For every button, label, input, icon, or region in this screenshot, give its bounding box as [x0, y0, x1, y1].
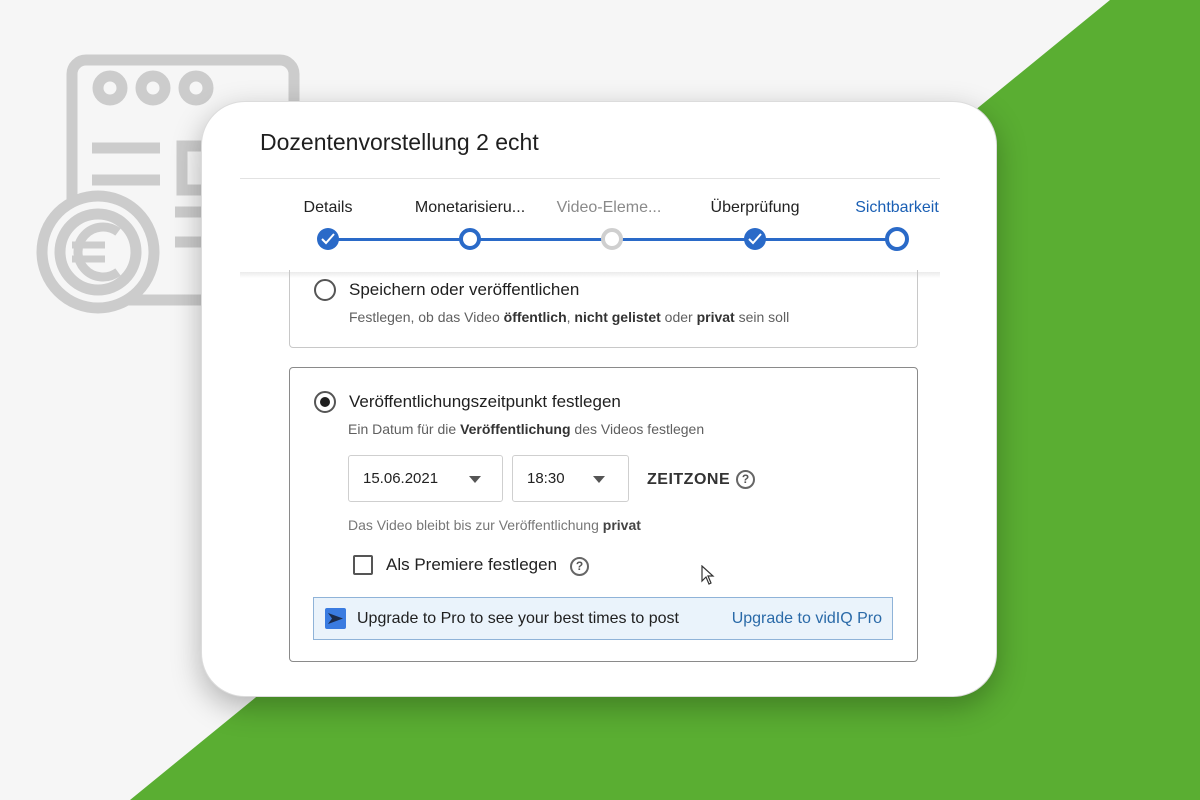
date-value: 15.06.2021 — [363, 470, 439, 487]
step-visibility-label[interactable]: Sichtbarkeit — [855, 199, 939, 217]
upload-dialog: Dozentenvorstellung 2 echt Details Monet… — [201, 101, 997, 697]
schedule-title: Veröffentlichungszeitpunkt festlegen — [349, 392, 621, 411]
schedule-radio[interactable] — [314, 391, 336, 413]
timezone-help-icon[interactable]: ? — [736, 470, 755, 489]
time-value: 18:30 — [527, 470, 565, 487]
time-dropdown[interactable]: 18:30 — [512, 455, 629, 502]
step-details-label[interactable]: Details — [304, 199, 353, 217]
step-monetization-dot[interactable] — [459, 228, 481, 250]
vidiq-logo-icon — [325, 608, 346, 629]
save-publish-title: Speichern oder veröffentlichen — [349, 280, 580, 299]
step-review-label[interactable]: Überprüfung — [711, 199, 800, 217]
step-video-elements-dot[interactable] — [601, 228, 623, 250]
step-video-elements-label[interactable]: Video-Eleme... — [557, 199, 662, 217]
step-visibility-dot[interactable] — [885, 227, 909, 251]
chevron-down-icon — [469, 476, 481, 483]
mouse-cursor-icon — [701, 565, 715, 585]
step-review-check-icon[interactable] — [744, 228, 766, 250]
header-divider — [240, 178, 940, 179]
vidiq-upgrade-banner: Upgrade to Pro to see your best times to… — [313, 597, 893, 640]
upgrade-link[interactable]: Upgrade to vidIQ Pro — [732, 610, 882, 628]
schedule-description: Ein Datum für die Veröffentlichung des V… — [348, 421, 705, 437]
timezone-label[interactable]: ZEITZONE — [647, 471, 730, 489]
premiere-label[interactable]: Als Premiere festlegen — [386, 555, 557, 575]
step-details-check-icon[interactable] — [317, 228, 339, 250]
save-publish-description: Festlegen, ob das Video öffentlich, nich… — [349, 309, 790, 325]
premiere-checkbox[interactable] — [353, 555, 373, 575]
dialog-title: Dozentenvorstellung 2 echt — [260, 129, 539, 155]
date-dropdown[interactable]: 15.06.2021 — [348, 455, 503, 502]
chevron-down-icon — [593, 476, 605, 483]
upgrade-message: Upgrade to Pro to see your best times to… — [357, 610, 679, 627]
save-publish-radio[interactable] — [314, 279, 336, 301]
premiere-help-icon[interactable]: ? — [570, 557, 589, 576]
step-monetization-label[interactable]: Monetarisieru... — [415, 199, 525, 217]
private-note: Das Video bleibt bis zur Veröffentlichun… — [348, 517, 641, 533]
save-publish-option[interactable]: Speichern oder veröffentlichen Festlegen… — [289, 270, 918, 348]
